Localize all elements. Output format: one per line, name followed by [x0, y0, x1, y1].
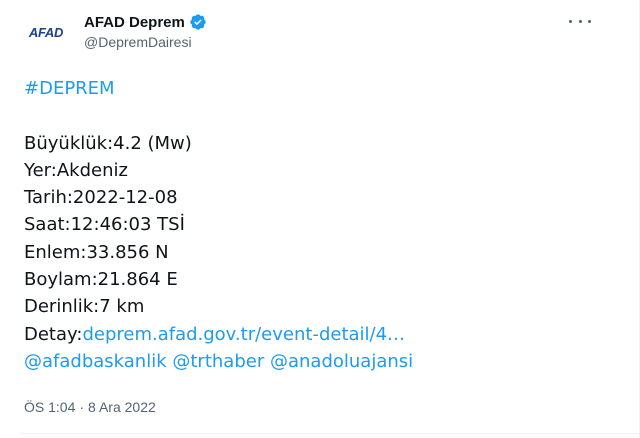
timestamp-date: 8 Ara 2022	[88, 399, 156, 415]
tweet-header: AFAD Deprem @DepremDairesi	[84, 12, 207, 50]
mention-link[interactable]: @afadbaskanlik	[24, 351, 167, 372]
mention-link[interactable]: @trthaber	[172, 351, 264, 372]
tweet-text: #DEPREM Büyüklük:4.2 (Mw) Yer:Akdeniz Ta…	[24, 75, 413, 375]
name-row: AFAD Deprem	[84, 12, 207, 32]
display-name[interactable]: AFAD Deprem	[84, 14, 185, 31]
handle[interactable]: @DepremDairesi	[84, 34, 207, 50]
more-options-icon[interactable]	[569, 14, 591, 28]
location-line: Yer:Akdeniz	[24, 159, 128, 181]
detail-label: Detay:	[24, 323, 83, 345]
timestamp-time: ÖS 1:04	[24, 399, 76, 415]
magnitude-line: Büyüklük:4.2 (Mw)	[24, 132, 192, 154]
tweet-timestamp[interactable]: ÖS 1:04 · 8 Ara 2022	[24, 399, 156, 415]
longitude-line: Boylam:21.864 E	[24, 269, 178, 291]
tweet-card[interactable]: AFAD AFAD Deprem @DepremDairesi #DEPREM …	[0, 0, 640, 438]
detail-link[interactable]: deprem.afad.gov.tr/event-detail/4…	[82, 324, 405, 345]
mention-link[interactable]: @anadoluajansi	[270, 351, 413, 372]
timestamp-separator: ·	[79, 399, 85, 415]
detail-line: Detay:deprem.afad.gov.tr/event-detail/4…	[24, 321, 413, 348]
divider	[20, 433, 639, 434]
time-line: Saat:12:46:03 TSİ	[24, 214, 185, 236]
date-line: Tarih:2022-12-08	[24, 187, 178, 209]
latitude-line: Enlem:33.856 N	[24, 241, 169, 263]
hashtag-link[interactable]: #DEPREM	[24, 75, 413, 102]
afad-logo: AFAD	[28, 24, 64, 40]
mentions-line: @afadbaskanlik @trthaber @anadoluajansi	[24, 348, 413, 375]
avatar[interactable]: AFAD	[18, 12, 74, 52]
verified-badge-icon	[189, 13, 207, 31]
depth-line: Derinlik:7 km	[24, 296, 145, 318]
